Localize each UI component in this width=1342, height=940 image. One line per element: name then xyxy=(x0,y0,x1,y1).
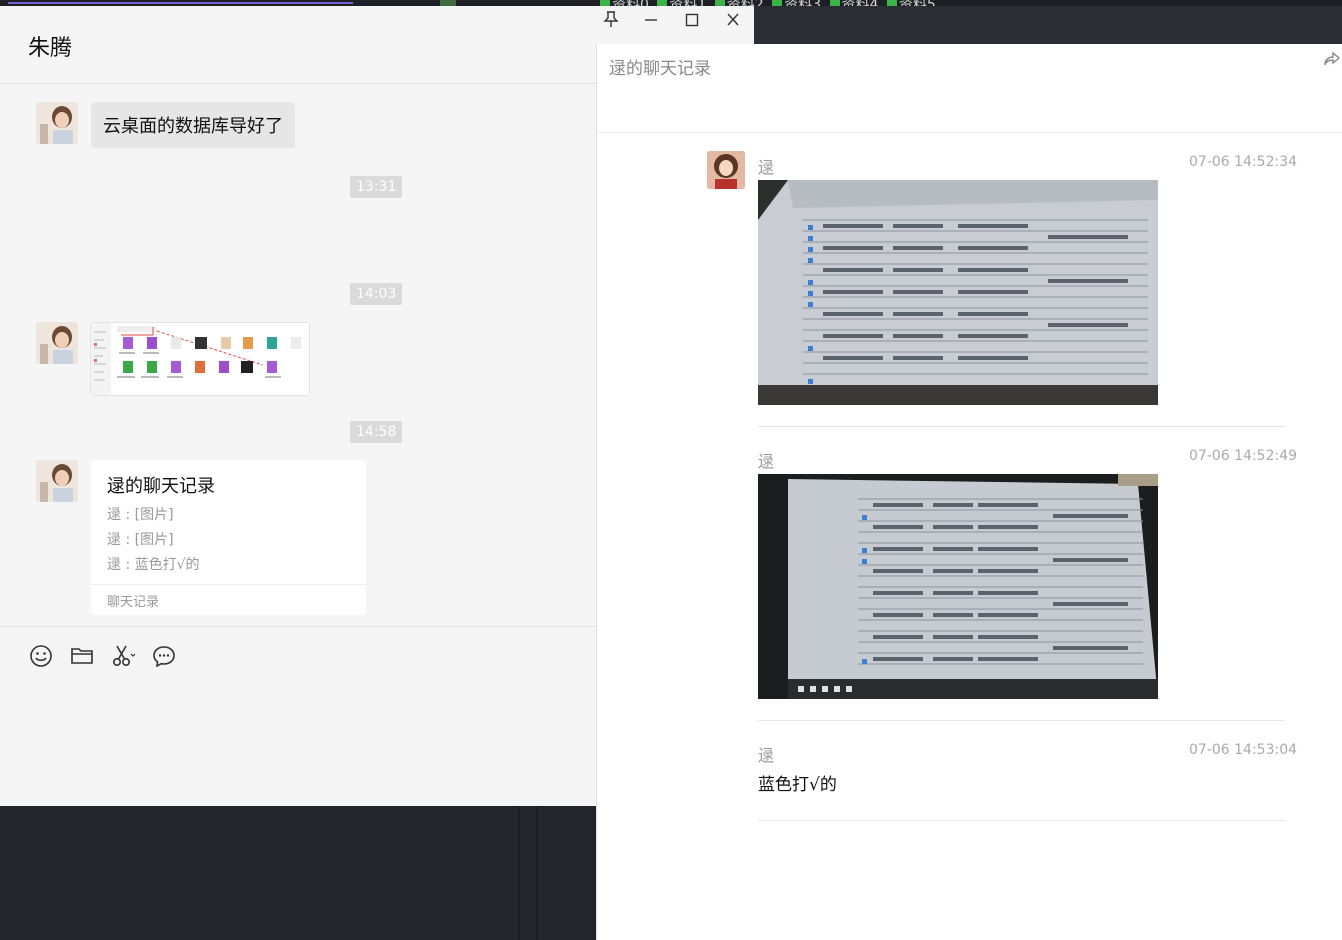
entry-divider xyxy=(758,426,1285,427)
input-toolbar xyxy=(0,626,596,807)
photo-message[interactable] xyxy=(758,180,1158,405)
folder-icon[interactable] xyxy=(69,643,95,669)
background-window xyxy=(754,6,1342,44)
timestamp: 14:58 xyxy=(350,421,403,443)
record-footer: 聊天记录 xyxy=(91,584,366,616)
sender-name: 逯 xyxy=(758,746,775,765)
chat-header: 朱腾 xyxy=(0,6,596,84)
entry-divider xyxy=(758,820,1285,821)
message-bubble[interactable]: 云桌面的数据库导好了 xyxy=(91,102,295,148)
chat-record-card[interactable]: 逯的聊天记录 逯 : [图片] 逯 : [图片] 逯 : 蓝色打√的 聊天记录 xyxy=(91,460,366,615)
emoji-icon[interactable] xyxy=(28,643,54,669)
background-link xyxy=(8,2,353,4)
message-time: 07-06 14:52:49 xyxy=(1189,448,1298,464)
avatar[interactable] xyxy=(36,460,78,502)
record-text-message[interactable]: 蓝色打√的 xyxy=(758,770,837,795)
record-title: 逯的聊天记录 xyxy=(107,476,215,497)
record-window-title: 逯的聊天记录 xyxy=(609,59,711,79)
header-divider xyxy=(597,132,1342,133)
record-footer-label: 聊天记录 xyxy=(107,595,160,610)
background-divider xyxy=(518,806,520,940)
avatar[interactable] xyxy=(36,322,78,364)
timestamp: 14:03 xyxy=(350,283,403,305)
minimize-icon[interactable] xyxy=(640,10,662,32)
photo-message[interactable] xyxy=(758,474,1158,699)
sender-name: 逯 xyxy=(758,452,775,471)
chat-record-window: 逯的聊天记录 逯 07-06 14:52:34 逯 07-06 14:52:49… xyxy=(596,44,1342,940)
share-icon[interactable] xyxy=(1323,50,1341,68)
contact-name: 朱腾 xyxy=(28,36,73,61)
close-icon[interactable] xyxy=(722,10,744,32)
entry-divider xyxy=(758,720,1285,721)
record-line: 逯 : [图片] xyxy=(107,532,174,548)
chat-bubble-icon[interactable] xyxy=(151,643,177,669)
scissors-icon[interactable] xyxy=(110,643,136,669)
maximize-icon[interactable] xyxy=(681,10,703,32)
message-time: 07-06 14:52:34 xyxy=(1189,154,1298,170)
sender-name: 逯 xyxy=(758,158,775,177)
sender-avatar[interactable] xyxy=(707,151,745,189)
record-line: 逯 : 蓝色打√的 xyxy=(107,557,200,573)
message-time: 07-06 14:53:04 xyxy=(1189,742,1298,758)
avatar[interactable] xyxy=(36,102,78,144)
pin-icon[interactable] xyxy=(600,10,622,32)
image-message[interactable] xyxy=(90,322,310,396)
timestamp: 13:31 xyxy=(350,176,403,198)
record-line: 逯 : [图片] xyxy=(107,507,174,523)
background-divider xyxy=(536,806,538,940)
message-list[interactable]: 云桌面的数据库导好了 13:31 14:03 14:58 逯的聊天记录 逯: … xyxy=(0,84,596,626)
